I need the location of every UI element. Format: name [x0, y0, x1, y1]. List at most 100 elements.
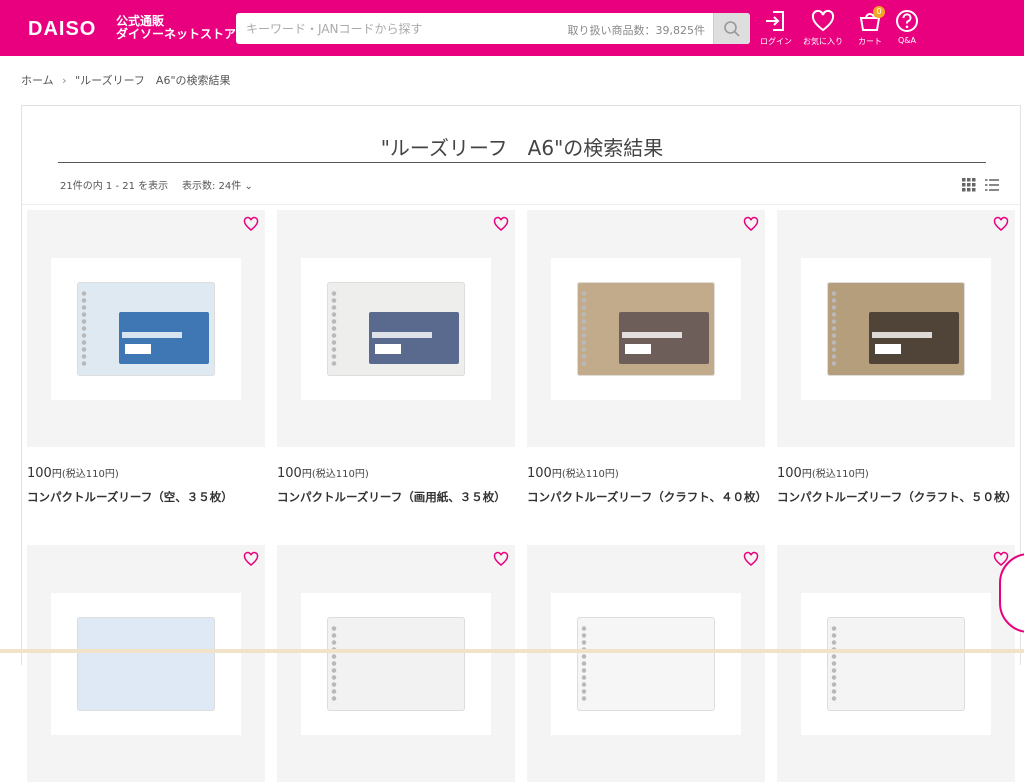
- daiso-logo[interactable]: DAISO: [28, 18, 96, 41]
- product-image[interactable]: [301, 593, 491, 735]
- page-title: "ルーズリーフ A6"の検索結果: [380, 136, 664, 160]
- product-image-area[interactable]: [777, 545, 1015, 782]
- product-package-image: [327, 617, 465, 711]
- label-tag: [875, 344, 901, 354]
- product-name[interactable]: コンパクトルーズリーフ（画用紙、３５枚）: [277, 488, 515, 506]
- product-image-area[interactable]: [27, 545, 265, 782]
- product-label: [369, 312, 459, 364]
- label-bar: [622, 332, 682, 338]
- product-price: 100円(税込110円): [777, 465, 869, 481]
- favorite-heart-icon[interactable]: [493, 551, 509, 567]
- breadcrumb-current: "ルーズリーフ A6"の検索結果: [75, 74, 231, 87]
- product-package-image: [827, 282, 965, 376]
- breadcrumb: ホーム › "ルーズリーフ A6"の検索結果: [21, 72, 231, 88]
- breadcrumb-home[interactable]: ホーム: [21, 74, 54, 87]
- label-tag: [125, 344, 151, 354]
- favorite-heart-icon[interactable]: [743, 551, 759, 567]
- cart-count-badge: 0: [873, 6, 885, 18]
- favorite-heart-icon[interactable]: [243, 551, 259, 567]
- login-button[interactable]: ログイン: [754, 8, 798, 50]
- product-name[interactable]: コンパクトルーズリーフ（空、３５枚）: [27, 488, 265, 506]
- favorite-heart-icon[interactable]: [743, 216, 759, 232]
- label-bar: [122, 332, 182, 338]
- price-currency: 円: [551, 469, 562, 480]
- per-page-label: 表示数: 24件: [182, 181, 242, 192]
- label-tag: [375, 344, 401, 354]
- search-button[interactable]: [713, 13, 750, 44]
- product-image[interactable]: [801, 593, 991, 735]
- bottom-banner-strip: [0, 649, 1024, 653]
- price-currency: 円: [51, 469, 62, 480]
- product-name[interactable]: コンパクトルーズリーフ（クラフト、５０枚）: [777, 488, 1017, 506]
- product-image-area[interactable]: [277, 210, 515, 447]
- search-product-count: 取り扱い商品数：39,825件: [567, 24, 706, 37]
- panel-divider: [22, 204, 1020, 205]
- logo-subtitle[interactable]: 公式通販 ダイソーネットストア: [116, 15, 236, 41]
- product-image-area[interactable]: [777, 210, 1015, 447]
- product-image[interactable]: [301, 258, 491, 400]
- price-value: 100: [27, 466, 52, 481]
- product-image[interactable]: [551, 258, 741, 400]
- product-package-image: [327, 282, 465, 376]
- qa-label: Q&A: [897, 36, 916, 45]
- product-image[interactable]: [801, 258, 991, 400]
- price-currency: 円: [301, 469, 312, 480]
- title-divider: [58, 162, 986, 163]
- price-value: 100: [527, 466, 552, 481]
- product-label: [869, 312, 959, 364]
- binder-holes: [831, 625, 837, 703]
- product-name[interactable]: コンパクトルーズリーフ（クラフト、４０枚）: [527, 488, 767, 506]
- product-label: [119, 312, 209, 364]
- product-package-image: [827, 617, 965, 711]
- label-tag: [625, 344, 651, 354]
- favorite-heart-icon[interactable]: [993, 216, 1009, 232]
- product-image-area[interactable]: [27, 210, 265, 447]
- binder-holes: [581, 625, 587, 703]
- product-image-area[interactable]: [527, 545, 765, 782]
- breadcrumb-separator: ›: [62, 74, 67, 87]
- binder-holes: [81, 290, 87, 368]
- per-page-select[interactable]: 表示数: 24件 ⌄: [182, 177, 253, 192]
- site-header: DAISO 公式通販 ダイソーネットストア 取り扱い商品数：39,825件 ログ…: [0, 0, 1024, 56]
- binder-holes: [331, 625, 337, 703]
- qa-button[interactable]: Q&A: [885, 8, 929, 50]
- product-package-image: [577, 617, 715, 711]
- product-package-image: [577, 282, 715, 376]
- product-label: [619, 312, 709, 364]
- product-package-image: [77, 617, 215, 711]
- question-icon: [896, 10, 918, 32]
- price-tax-included: (税込110円): [61, 469, 119, 480]
- product-image[interactable]: [51, 258, 241, 400]
- binder-holes: [831, 290, 837, 368]
- list-view-icon[interactable]: [985, 178, 999, 192]
- login-icon: [766, 11, 784, 31]
- binder-holes: [331, 290, 337, 368]
- price-tax-included: (税込110円): [561, 469, 619, 480]
- favorites-label: お気に入り: [803, 37, 843, 46]
- cart-label: カート: [858, 37, 882, 46]
- grid-view-icon[interactable]: [962, 178, 976, 192]
- product-package-image: [77, 282, 215, 376]
- price-currency: 円: [801, 469, 812, 480]
- product-image-area[interactable]: [277, 545, 515, 782]
- favorite-heart-icon[interactable]: [243, 216, 259, 232]
- label-bar: [372, 332, 432, 338]
- login-label: ログイン: [760, 37, 792, 46]
- binder-holes: [581, 290, 587, 368]
- price-tax-included: (税込110円): [311, 469, 369, 480]
- search-icon: [724, 20, 740, 37]
- chevron-down-icon: ⌄: [244, 181, 253, 192]
- product-image[interactable]: [551, 593, 741, 735]
- product-price: 100円(税込110円): [27, 465, 119, 481]
- product-price: 100円(税込110円): [527, 465, 619, 481]
- logo-subtitle-line-2: ダイソーネットストア: [116, 27, 237, 41]
- favorites-button[interactable]: お気に入り: [801, 8, 845, 50]
- heart-icon: [811, 9, 835, 32]
- product-image[interactable]: [51, 593, 241, 735]
- product-image-area[interactable]: [527, 210, 765, 447]
- price-value: 100: [277, 466, 302, 481]
- favorite-heart-icon[interactable]: [493, 216, 509, 232]
- result-count: 21件の内 1 - 21 を表示: [60, 181, 169, 192]
- search-box: 取り扱い商品数：39,825件: [236, 13, 750, 44]
- product-price: 100円(税込110円): [277, 465, 369, 481]
